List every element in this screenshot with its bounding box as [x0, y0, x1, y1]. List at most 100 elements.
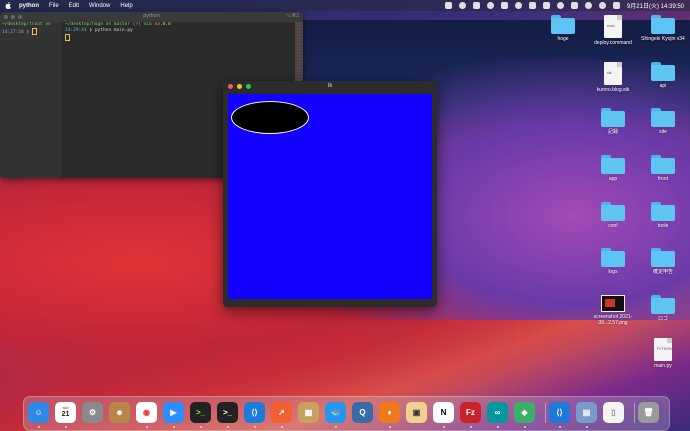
tk-window[interactable]: tk	[223, 81, 437, 307]
desktop-icon[interactable]: ロゴ	[633, 295, 690, 322]
dock-running-indicator	[334, 426, 337, 428]
wifi-icon[interactable]	[584, 2, 592, 9]
dock-gitkraken-icon[interactable]: ◈	[514, 402, 535, 423]
desktop-icon[interactable]: site	[633, 108, 690, 135]
status-app-icon-4[interactable]	[486, 2, 494, 9]
dock-glyph: ▣	[412, 408, 421, 417]
folder-icon	[601, 108, 625, 127]
desktop-icon-label: 確定申告	[652, 269, 673, 275]
folder-icon	[601, 248, 625, 267]
desktop-icon-label: Shingeki Kyojin v34	[641, 36, 685, 42]
terminal-pane-left[interactable]: ~/desktop/front on 14:27:58 ❯	[0, 22, 62, 178]
dock-arduino-icon[interactable]: ∞	[487, 402, 508, 423]
desktop-icon-label: front	[657, 176, 668, 182]
sound-icon[interactable]	[542, 2, 550, 9]
dock-vscode-icon[interactable]: ⟨⟩	[244, 402, 265, 423]
folder-icon	[651, 295, 675, 314]
desktop-icon[interactable]: 確定申告	[633, 248, 690, 275]
dock-running-indicator	[558, 426, 561, 428]
desktop-icon[interactable]: front	[633, 155, 690, 182]
dock-glyph: 🐳	[330, 408, 341, 417]
desktop-icon-label: api	[659, 83, 667, 89]
menu-app-name[interactable]: python	[19, 3, 39, 9]
tk-titlebar[interactable]: tk	[223, 81, 437, 92]
dock-sourcetree-icon[interactable]: ♦	[379, 402, 400, 423]
dock-glyph: Q	[359, 408, 366, 417]
dock-image-viewer-icon[interactable]: ▤	[576, 402, 597, 423]
document-type-tag: exec	[607, 24, 615, 28]
folder-icon	[651, 15, 675, 34]
desktop-icon[interactable]: Shingeki Kyojin v34	[633, 15, 690, 42]
dock-glyph: ▶	[170, 408, 177, 417]
folder-icon	[651, 202, 675, 221]
dock-glyph: N	[440, 408, 447, 417]
folder-icon	[601, 155, 625, 174]
dock-glyph: ▦	[304, 408, 313, 417]
dock-vscode-2-icon[interactable]: ⟨⟩	[549, 402, 570, 423]
dock-instruments-icon[interactable]: ↗	[271, 402, 292, 423]
status-app-icon-1[interactable]	[444, 2, 452, 9]
menu-clock[interactable]: 9月21日(火) 14:39:50	[627, 1, 684, 10]
dock-zoom-icon[interactable]: ▶	[163, 402, 184, 423]
dock-quicktime-icon[interactable]: Q	[352, 402, 373, 423]
image-thumbnail-icon	[601, 295, 625, 312]
terminal-titlebar[interactable]: python ⌥⌘2	[0, 12, 303, 22]
menu-help[interactable]: Help	[120, 3, 132, 9]
terminal-title: python	[143, 13, 160, 19]
dock-glyph: ▤	[582, 408, 591, 417]
document-type-tag: stk	[607, 71, 612, 75]
dock-terminal-1-icon[interactable]: >_	[190, 402, 211, 423]
calendar-day: 21	[61, 410, 70, 418]
battery-icon[interactable]	[570, 2, 578, 9]
dock-running-indicator	[64, 426, 67, 428]
dock-document-icon[interactable]: ▯	[603, 402, 624, 423]
cursor	[31, 28, 37, 35]
document-icon: stk	[604, 62, 622, 85]
dock-glyph: >_	[195, 408, 206, 417]
control-center-icon[interactable]	[612, 2, 620, 9]
dock-archive-icon[interactable]: ▦	[298, 402, 319, 423]
dock-running-indicator	[199, 426, 202, 428]
status-app-icon-3[interactable]	[472, 2, 480, 9]
status-app-icon-6[interactable]	[528, 2, 536, 9]
tk-canvas[interactable]	[228, 94, 432, 299]
desktop-icon-label: main.py	[654, 363, 672, 369]
search-icon[interactable]	[598, 2, 606, 9]
desktop-icon-label: site	[659, 129, 667, 135]
dock-glyph: ◈	[521, 408, 528, 417]
terminal-shortcut: ⌥⌘2	[285, 13, 299, 19]
dock-chrome-icon[interactable]: ◉	[136, 402, 157, 423]
desktop-icon[interactable]: api	[633, 62, 690, 89]
dock-terminal-2-icon[interactable]: >_	[217, 402, 238, 423]
dock-glyph: ↗	[278, 408, 285, 417]
menu-file[interactable]: File	[49, 3, 59, 9]
dock-glyph: Fz	[466, 408, 475, 417]
dock-docker-icon[interactable]: 🐳	[325, 402, 346, 423]
desktop-icon-label: ロゴ	[657, 316, 668, 322]
menu-edit[interactable]: Edit	[69, 3, 79, 9]
bluetooth-icon[interactable]	[556, 2, 564, 9]
dock-running-indicator	[388, 426, 391, 428]
dock-glyph: ⟨⟩	[556, 408, 563, 417]
status-app-icon-5[interactable]	[514, 2, 522, 9]
terminal-scrollbar[interactable]	[295, 22, 303, 82]
dock-trash-icon[interactable]: 🗑	[638, 402, 659, 423]
desktop-icon[interactable]: PYTHON main.py	[633, 338, 690, 369]
dock-finder-icon[interactable]: ☺	[28, 402, 49, 423]
dock-contacts-icon[interactable]: ☻	[109, 402, 130, 423]
dock-running-indicator	[145, 426, 148, 428]
folder-icon	[651, 108, 675, 127]
menu-window[interactable]: Window	[89, 3, 110, 9]
dock-glyph: ⚙	[88, 408, 97, 417]
status-app-icon-2[interactable]	[458, 2, 466, 9]
cloud-icon[interactable]	[500, 2, 508, 9]
apple-icon[interactable]	[5, 2, 11, 9]
dock-preview-icon[interactable]: ▣	[406, 402, 427, 423]
dock-notion-icon[interactable]: N	[433, 402, 454, 423]
dock-running-indicator	[496, 426, 499, 428]
dock-system-preferences-icon[interactable]: ⚙	[82, 402, 103, 423]
dock-calendar-icon[interactable]: SEP 21	[55, 402, 76, 423]
cursor	[65, 34, 70, 41]
desktop-icon[interactable]: tools	[633, 202, 690, 229]
dock-filezilla-icon[interactable]: Fz	[460, 402, 481, 423]
